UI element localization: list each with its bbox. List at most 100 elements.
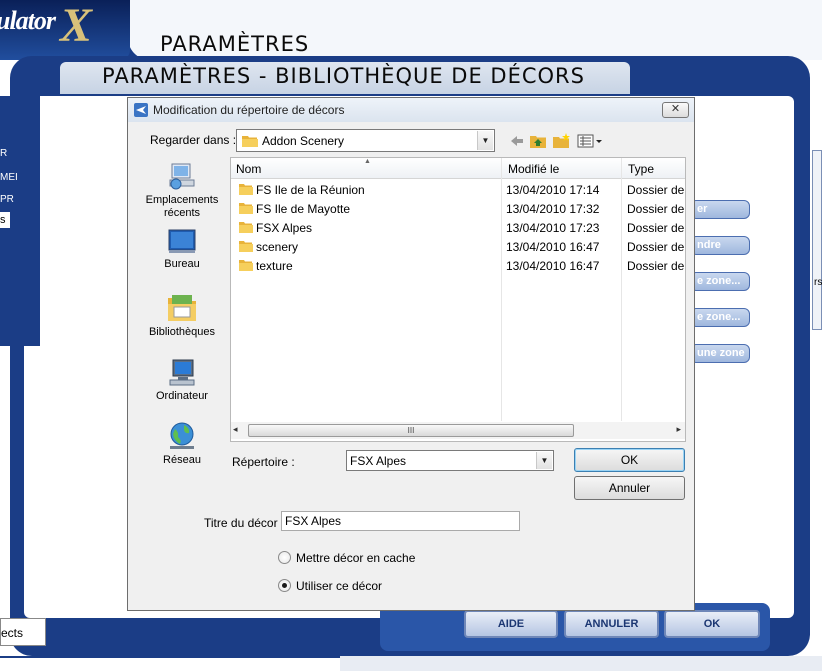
logo-x: X <box>60 0 93 52</box>
scroll-thumb[interactable]: III <box>248 424 574 437</box>
network-icon <box>170 422 194 449</box>
directory-dropdown[interactable]: FSX Alpes ▼ <box>346 450 554 471</box>
scenery-title-label: Titre du décor : <box>204 516 285 530</box>
file-list[interactable]: ▲ Nom Modifié le Type FS Ile de la Réuni… <box>230 157 686 442</box>
left-selected-item[interactable]: s <box>0 212 10 228</box>
place-label: Bureau <box>164 258 200 270</box>
use-radio[interactable] <box>278 579 291 592</box>
section-title: PARAMÈTRES <box>160 32 310 56</box>
app-logo: ulator X <box>0 0 130 60</box>
place-network[interactable]: Réseau <box>134 420 230 467</box>
side-button[interactable]: e zone... <box>690 308 750 327</box>
side-button[interactable]: une zone <box>690 344 750 363</box>
bg-ok-button[interactable]: OK <box>664 610 760 638</box>
file-type: Dossier de f <box>627 183 685 197</box>
look-in-dropdown[interactable]: Addon Scenery ▼ <box>236 129 495 152</box>
file-name: texture <box>256 259 293 273</box>
place-label: Ordinateur <box>156 390 208 402</box>
bottom-left-text: ects <box>1 626 24 640</box>
file-type: Dossier de f <box>627 240 685 254</box>
directory-value: FSX Alpes <box>350 454 407 468</box>
side-button[interactable]: er <box>690 200 750 219</box>
folder-icon <box>239 184 253 195</box>
chevron-down-icon[interactable]: ▼ <box>477 131 493 150</box>
column-name[interactable]: Nom <box>236 162 261 176</box>
libraries-icon <box>168 295 196 321</box>
file-row[interactable]: scenery 13/04/2010 16:47 Dossier de f <box>231 237 685 256</box>
file-name: FS Ile de la Réunion <box>256 183 365 197</box>
cache-radio[interactable] <box>278 551 291 564</box>
places-bar: Emplacements récents Bureau Bibliothèque… <box>134 158 230 498</box>
logo-text: ulator <box>0 6 56 35</box>
file-modified: 13/04/2010 16:47 <box>506 259 600 273</box>
chevron-down-icon[interactable]: ▼ <box>536 452 552 469</box>
computer-icon <box>169 359 195 386</box>
ok-button[interactable]: OK <box>574 448 685 472</box>
right-edge-panel: rs <box>812 150 822 330</box>
scroll-left-icon[interactable]: ◂ <box>233 424 238 435</box>
file-type: Dossier de f <box>627 221 685 235</box>
bottom-strip-left <box>0 656 340 671</box>
dialog-titlebar[interactable]: Modification du répertoire de décors ✕ <box>128 98 694 122</box>
back-arrow-icon[interactable] <box>509 132 525 150</box>
place-label: Bibliothèques <box>148 326 216 338</box>
file-row[interactable]: texture 13/04/2010 16:47 Dossier de f <box>231 256 685 275</box>
file-name: FS Ile de Mayotte <box>256 202 351 216</box>
place-libraries[interactable]: Bibliothèques <box>134 292 230 339</box>
left-label: PR <box>0 194 14 205</box>
up-folder-icon[interactable] <box>530 132 547 150</box>
place-label: Emplacements récents <box>145 194 219 219</box>
file-row[interactable]: FS Ile de la Réunion 13/04/2010 17:14 Do… <box>231 180 685 199</box>
close-icon: ✕ <box>670 103 681 115</box>
dialog-title: Modification du répertoire de décors <box>153 103 345 117</box>
view-menu-icon[interactable] <box>577 132 603 150</box>
close-button[interactable]: ✕ <box>662 102 689 118</box>
airplane-icon <box>134 103 148 117</box>
file-modified: 13/04/2010 16:47 <box>506 240 600 254</box>
cancel-button[interactable]: Annuler <box>574 476 685 500</box>
folder-icon <box>242 136 258 147</box>
grip-icon: III <box>407 426 415 435</box>
new-folder-icon[interactable] <box>553 132 571 150</box>
folder-icon <box>239 260 253 271</box>
help-button[interactable]: AIDE <box>464 610 558 638</box>
scroll-right-icon[interactable]: ▸ <box>676 424 681 435</box>
use-radio-label: Utiliser ce décor <box>296 579 383 593</box>
file-row[interactable]: FS Ile de Mayotte 13/04/2010 17:32 Dossi… <box>231 199 685 218</box>
place-computer[interactable]: Ordinateur <box>134 356 230 403</box>
column-header: ▲ Nom Modifié le Type <box>231 158 685 179</box>
side-button[interactable]: ndre <box>690 236 750 255</box>
place-label: Réseau <box>163 454 201 466</box>
bottom-left-tab[interactable]: ects <box>0 618 46 646</box>
place-desktop[interactable]: Bureau <box>134 228 230 271</box>
file-modified: 13/04/2010 17:14 <box>506 183 600 197</box>
horizontal-scrollbar[interactable]: ◂ III ▸ <box>231 422 685 439</box>
sort-arrow-icon: ▲ <box>364 158 371 165</box>
right-edge-text: rs <box>814 277 822 288</box>
left-label: MEI <box>0 172 18 183</box>
folder-icon <box>239 241 253 252</box>
file-name: scenery <box>256 240 299 254</box>
file-type: Dossier de f <box>627 259 685 273</box>
column-type[interactable]: Type <box>628 162 654 176</box>
cache-radio-label: Mettre décor en cache <box>296 551 416 565</box>
file-row[interactable]: FSX Alpes 13/04/2010 17:23 Dossier de f <box>231 218 685 237</box>
side-button[interactable]: e zone... <box>690 272 750 291</box>
file-modified: 13/04/2010 17:23 <box>506 221 600 235</box>
look-in-value: Addon Scenery <box>262 134 345 148</box>
file-name: FSX Alpes <box>256 221 313 235</box>
directory-label: Répertoire : <box>232 455 295 469</box>
column-modified[interactable]: Modifié le <box>508 162 559 176</box>
folder-icon <box>239 203 253 214</box>
settings-window-title: PARAMÈTRES - BIBLIOTHÈQUE DE DÉCORS <box>102 64 585 88</box>
bg-cancel-button[interactable]: ANNULER <box>564 610 659 638</box>
look-in-label: Regarder dans : <box>150 133 237 147</box>
file-type: Dossier de f <box>627 202 685 216</box>
folder-dialog: Modification du répertoire de décors ✕ R… <box>127 97 695 611</box>
place-recent[interactable]: Emplacements récents <box>134 160 230 220</box>
folder-icon <box>239 222 253 233</box>
desktop-icon <box>168 229 196 253</box>
scenery-title-input[interactable]: FSX Alpes <box>281 511 520 531</box>
file-modified: 13/04/2010 17:32 <box>506 202 600 216</box>
recent-places-icon <box>169 163 195 190</box>
